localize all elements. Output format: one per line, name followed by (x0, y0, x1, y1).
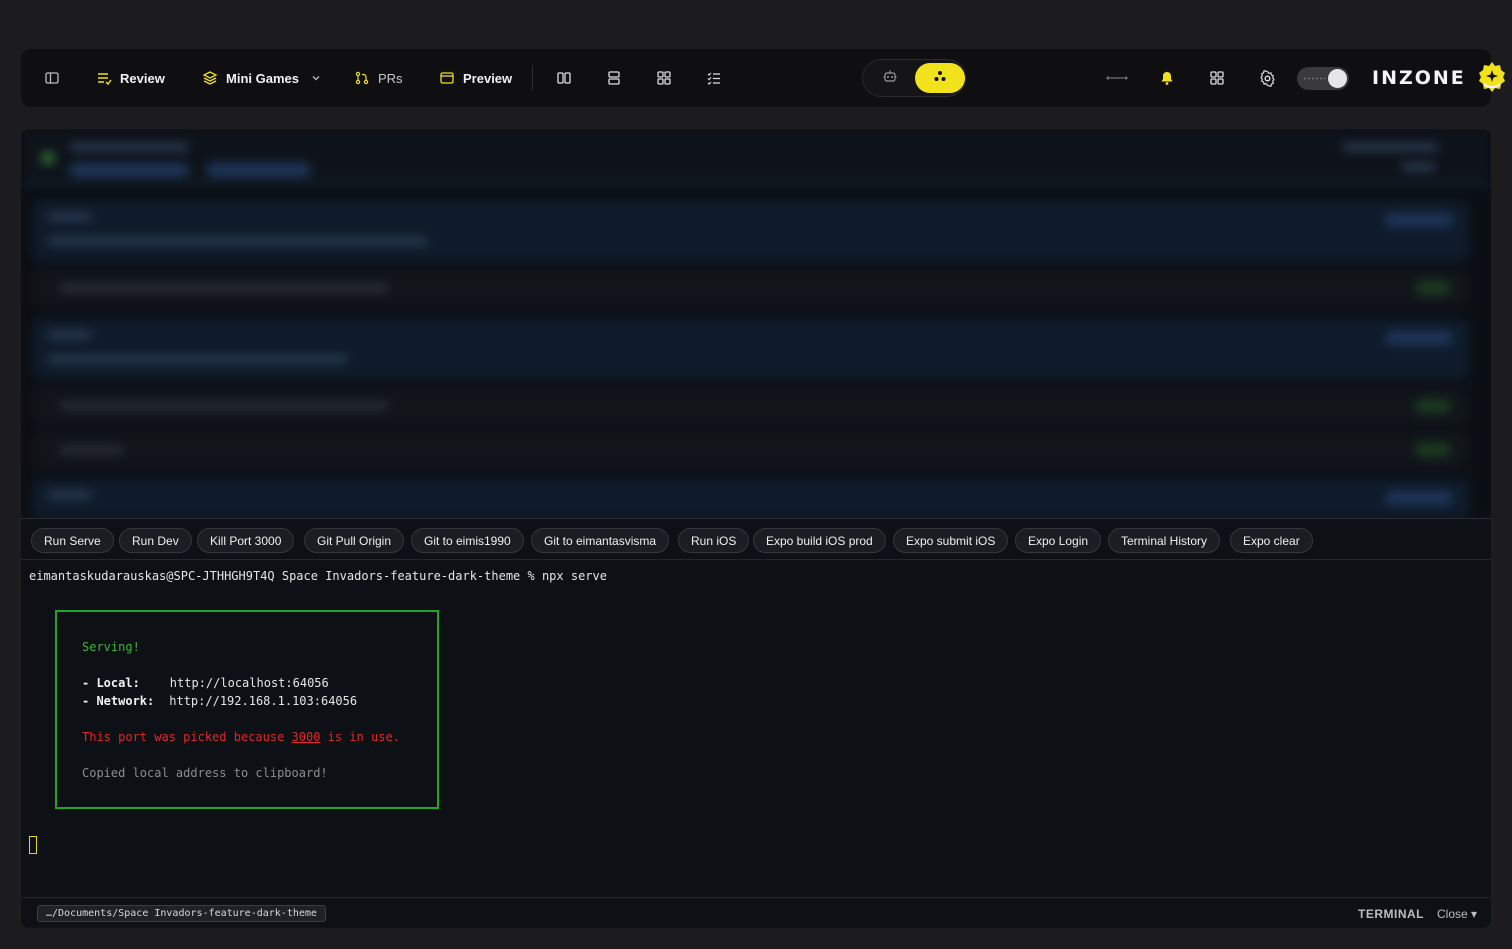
brand-logo: INZONE (1372, 49, 1508, 107)
git-to-eimis-button[interactable]: Git to eimis1990 (411, 528, 524, 553)
gear-icon[interactable] (1255, 66, 1279, 90)
port-message: This port was picked because 3000 is in … (82, 730, 400, 744)
cwd-path-chip[interactable]: …/Documents/Space Invadors-feature-dark-… (37, 905, 326, 922)
run-serve-button[interactable]: Run Serve (31, 528, 114, 553)
network-line: - Network: http://192.168.1.103:64056 (82, 694, 357, 708)
close-button[interactable]: Close ▾ (1437, 907, 1477, 921)
port-msg-post: is in use. (320, 730, 400, 744)
serving-text: Serving! (82, 640, 140, 654)
apps-icon[interactable] (1205, 66, 1229, 90)
review-label: Review (120, 70, 165, 86)
terminal-footer: …/Documents/Space Invadors-feature-dark-… (21, 897, 1491, 928)
terminal-cursor (29, 836, 37, 854)
main-panel: Run Serve Run Dev Kill Port 3000 Git Pul… (21, 129, 1491, 928)
theme-toggle[interactable] (1297, 67, 1349, 90)
port-msg-pre: This port was picked because (82, 730, 292, 744)
terminal-output[interactable]: eimantaskudarauskas@SPC-JTHHGH9T4Q Space… (21, 561, 1491, 897)
connect-icon[interactable] (1105, 66, 1129, 90)
bell-icon[interactable] (1155, 66, 1179, 90)
robot-icon (882, 68, 898, 89)
mini-games-dropdown[interactable]: Mini Games (202, 49, 321, 107)
blurred-card (33, 319, 1469, 379)
robot-mode-option[interactable] (865, 63, 915, 93)
run-dev-button[interactable]: Run Dev (119, 528, 192, 553)
blurred-card (33, 269, 1469, 307)
kill-port-button[interactable]: Kill Port 3000 (197, 528, 295, 553)
expo-submit-ios-button[interactable]: Expo submit iOS (893, 528, 1009, 553)
preview-window-icon (439, 70, 455, 86)
blurred-card (33, 201, 1469, 261)
checklist-icon[interactable] (702, 66, 726, 90)
layers-icon (202, 70, 218, 86)
toggle-knob (1328, 69, 1347, 88)
expo-build-ios-prod-button[interactable]: Expo build iOS prod (753, 528, 886, 553)
copied-message: Copied local address to clipboard! (82, 766, 328, 780)
serve-box: Serving! - Local: http://localhost:64056 … (55, 610, 439, 809)
prs-label: PRs (378, 70, 403, 86)
blurred-card (33, 387, 1469, 425)
local-line: - Local: http://localhost:64056 (82, 676, 329, 690)
blurred-card (33, 479, 1469, 518)
prs-button[interactable]: PRs (354, 49, 403, 107)
blurred-header (21, 129, 1491, 185)
blurred-card (33, 431, 1469, 469)
network-label: - Network: (82, 694, 155, 708)
top-toolbar: Review Mini Games PRs Preview INZONE (21, 49, 1505, 107)
command-bar: Run Serve Run Dev Kill Port 3000 Git Pul… (21, 518, 1491, 560)
chevron-down-icon (311, 73, 321, 83)
preview-button[interactable]: Preview (439, 49, 512, 107)
toolbar-divider (532, 65, 533, 91)
review-button[interactable]: Review (96, 49, 165, 107)
columns-layout-icon[interactable] (552, 66, 576, 90)
blurred-background-content (21, 129, 1491, 518)
terminal-history-button[interactable]: Terminal History (1108, 528, 1221, 553)
git-to-eimantasvisma-button[interactable]: Git to eimantasvisma (531, 528, 670, 553)
mode-switch[interactable] (862, 59, 966, 97)
brand-text: INZONE (1372, 67, 1466, 89)
expo-login-button[interactable]: Expo Login (1015, 528, 1102, 553)
sidebar-toggle-icon[interactable] (40, 66, 64, 90)
grid-layout-icon[interactable] (652, 66, 676, 90)
terminal-label: TERMINAL (1358, 907, 1424, 921)
local-url: http://localhost:64056 (169, 676, 329, 690)
rows-layout-icon[interactable] (602, 66, 626, 90)
expo-clear-button[interactable]: Expo clear (1230, 528, 1313, 553)
git-pull-origin-button[interactable]: Git Pull Origin (304, 528, 405, 553)
prompt-line: eimantaskudarauskas@SPC-JTHHGH9T4Q Space… (29, 569, 607, 583)
local-label: - Local: (82, 676, 140, 690)
dots-cluster-icon (932, 68, 948, 89)
brand-badge-icon (1476, 60, 1508, 97)
mini-games-label: Mini Games (226, 70, 299, 86)
git-pull-request-icon (354, 70, 370, 86)
cluster-mode-option[interactable] (915, 63, 965, 93)
port-number: 3000 (291, 730, 321, 744)
preview-label: Preview (463, 70, 513, 86)
run-ios-button[interactable]: Run iOS (678, 528, 750, 553)
toggle-track-pattern (1303, 77, 1325, 80)
network-url: http://192.168.1.103:64056 (169, 694, 358, 708)
review-icon (96, 70, 112, 86)
